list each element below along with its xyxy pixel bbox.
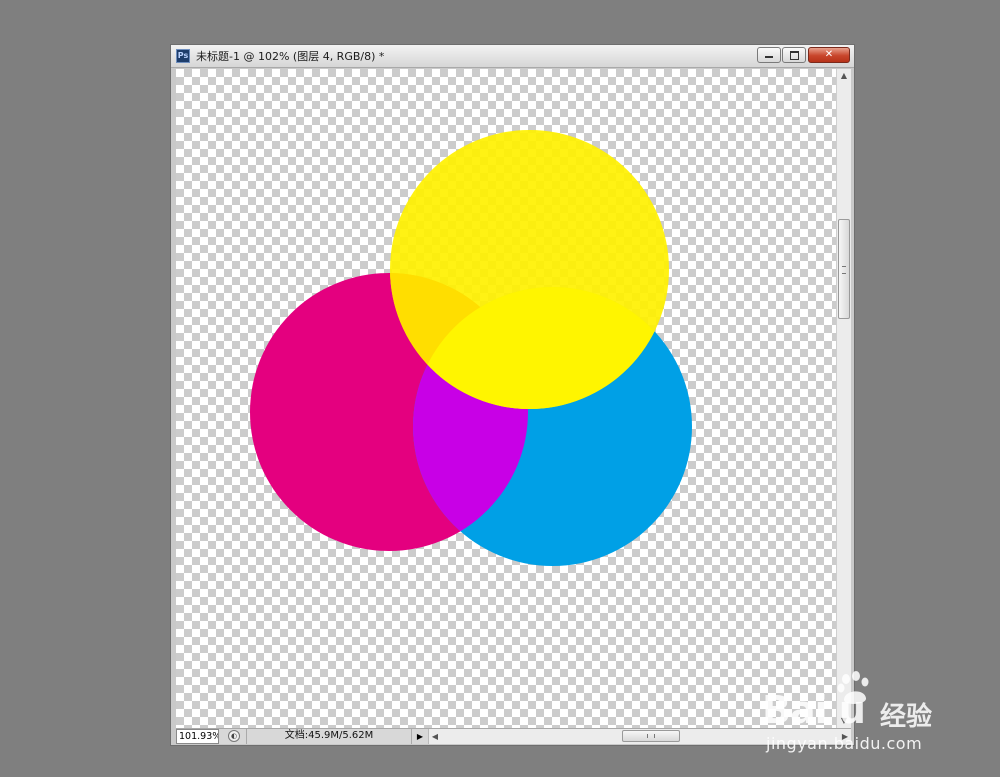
maximize-button[interactable]: [782, 47, 806, 63]
close-icon: ✕: [824, 49, 834, 60]
minimize-button[interactable]: [757, 47, 781, 63]
minimize-icon: [765, 56, 773, 58]
status-icon[interactable]: ◐: [228, 730, 240, 742]
grip-icon: [647, 734, 655, 738]
document-canvas[interactable]: [176, 69, 836, 728]
cyan-yellow-overlap: [413, 287, 669, 409]
grip-icon: [842, 266, 846, 274]
scroll-up-icon[interactable]: ▲: [837, 69, 851, 83]
document-size-info: 文档:45.9M/5.62M: [246, 729, 412, 744]
photoshop-icon: Ps: [176, 49, 190, 63]
document-title: 未标题-1 @ 102% (图层 4, RGB/8) *: [196, 50, 385, 63]
yellow-overlap-regions: [390, 273, 669, 409]
scroll-left-icon[interactable]: ◀: [429, 729, 441, 744]
vertical-scroll-thumb[interactable]: [838, 219, 850, 319]
vertical-scrollbar[interactable]: ▲ ▼: [836, 69, 851, 728]
horizontal-scroll-thumb[interactable]: [622, 730, 680, 742]
jingyan-brand: 经验: [880, 702, 933, 732]
baidu-paw-icon: [837, 671, 869, 704]
jingyan-url: jingyan.baidu.com: [766, 734, 923, 753]
status-menu-arrow-icon[interactable]: ▶: [414, 729, 426, 744]
maximize-icon: [789, 51, 799, 60]
baidu-jingyan-watermark: Bai u 经验 jingyan.baidu.com: [742, 660, 962, 760]
document-window: Ps 未标题-1 @ 102% (图层 4, RGB/8) * ✕ ▲ ▼ 10…: [170, 44, 855, 746]
title-bar[interactable]: Ps 未标题-1 @ 102% (图层 4, RGB/8) * ✕: [171, 45, 854, 68]
zoom-field[interactable]: 101.93%: [176, 729, 219, 744]
close-button[interactable]: ✕: [808, 47, 850, 63]
